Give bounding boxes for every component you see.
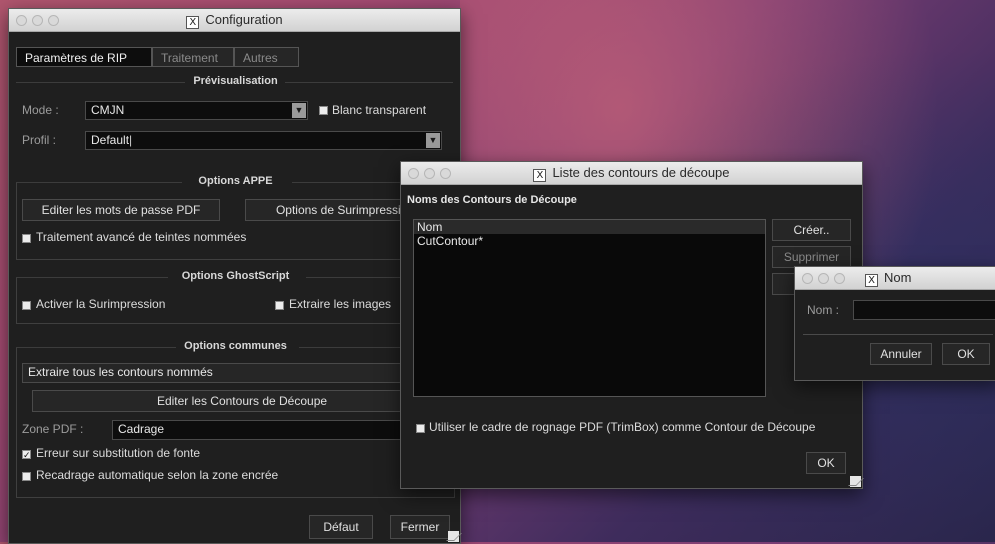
contours-section-title: Noms des Contours de Découpe bbox=[407, 194, 577, 206]
appe-group: Options APPE bbox=[16, 175, 455, 260]
ghostscript-title: Options GhostScript bbox=[175, 270, 296, 282]
advanced-spot-label: Traitement avancé de teintes nommées bbox=[36, 230, 247, 244]
close-button[interactable]: Fermer bbox=[390, 515, 450, 539]
white-transparent-checkbox[interactable] bbox=[319, 106, 328, 115]
auto-recrop-label: Recadrage automatique selon la zone encr… bbox=[36, 468, 279, 482]
delete-contour-button[interactable]: Supprimer bbox=[772, 246, 851, 268]
name-ok-button[interactable]: OK bbox=[942, 343, 990, 365]
list-item[interactable]: CutContour* bbox=[414, 234, 765, 249]
edit-pdf-passwords-button[interactable]: Editer les mots de passe PDF bbox=[22, 199, 220, 221]
extract-images-label: Extraire les images bbox=[289, 297, 392, 311]
activate-overprint-checkbox[interactable] bbox=[22, 301, 31, 310]
profile-label: Profil bbox=[22, 133, 50, 147]
resize-grip-icon[interactable] bbox=[448, 531, 459, 542]
configuration-title: Configuration bbox=[205, 12, 283, 27]
common-options-title: Options communes bbox=[178, 340, 293, 352]
tab-rip-params[interactable]: Paramètres de RIP bbox=[16, 47, 152, 67]
mode-select[interactable]: CMJN ▼ bbox=[85, 101, 308, 120]
profile-value: Default bbox=[91, 133, 130, 147]
preview-title: Prévisualisation bbox=[187, 75, 284, 87]
preview-group: Prévisualisation bbox=[16, 75, 455, 169]
font-substitution-error-label: Erreur sur substitution de fonte bbox=[36, 446, 201, 460]
extract-contours-value: Extraire tous les contours nommés bbox=[28, 365, 213, 379]
trimbox-checkbox[interactable] bbox=[416, 424, 425, 433]
pdf-zone-label: Zone PDF bbox=[22, 422, 77, 436]
activate-overprint-label: Activer la Surimpression bbox=[36, 297, 166, 311]
contours-column-header: Nom bbox=[414, 220, 765, 234]
cancel-button[interactable]: Annuler bbox=[870, 343, 932, 365]
appe-title: Options APPE bbox=[192, 175, 279, 187]
contours-ok-button[interactable]: OK bbox=[806, 452, 846, 474]
create-contour-button[interactable]: Créer.. bbox=[772, 219, 851, 241]
default-button[interactable]: Défaut bbox=[309, 515, 373, 539]
configuration-window: X Configuration Paramètres de RIP Traitem… bbox=[8, 8, 461, 544]
contours-list[interactable]: Nom CutContour* bbox=[413, 219, 766, 397]
x11-icon: X bbox=[186, 16, 200, 29]
dropdown-arrow-icon[interactable]: ▼ bbox=[426, 133, 440, 148]
name-title: Nom bbox=[884, 270, 912, 285]
name-input[interactable] bbox=[853, 300, 995, 320]
window-controls bbox=[802, 272, 850, 287]
extract-contours-select[interactable]: Extraire tous les contours nommés bbox=[22, 363, 452, 383]
name-dialog: X Nom Nom : Annuler OK bbox=[794, 266, 995, 381]
name-titlebar: X Nom bbox=[795, 267, 995, 290]
name-field-label: Nom bbox=[807, 303, 833, 317]
advanced-spot-checkbox[interactable] bbox=[22, 234, 31, 243]
x11-icon: X bbox=[865, 274, 878, 287]
pdf-zone-value: Cadrage bbox=[118, 422, 165, 436]
mode-label: Mode bbox=[22, 103, 53, 117]
profile-select[interactable]: Default| ▼ bbox=[85, 131, 442, 150]
configuration-titlebar: X Configuration bbox=[9, 9, 460, 32]
auto-recrop-checkbox[interactable] bbox=[22, 472, 31, 481]
minimize-window-button[interactable] bbox=[818, 273, 829, 284]
trimbox-label: Utiliser le cadre de rognage PDF (TrimBo… bbox=[429, 420, 816, 434]
white-transparent-label: Blanc transparent bbox=[332, 103, 427, 117]
edit-cut-contours-button[interactable]: Editer les Contours de Découpe bbox=[32, 390, 452, 412]
tab-processing[interactable]: Traitement bbox=[152, 47, 234, 67]
extract-images-checkbox[interactable] bbox=[275, 301, 284, 310]
resize-grip-icon[interactable] bbox=[850, 476, 861, 487]
tab-other[interactable]: Autres bbox=[234, 47, 299, 67]
zoom-window-button[interactable] bbox=[834, 273, 845, 284]
mode-value: CMJN bbox=[91, 103, 125, 117]
x11-icon: X bbox=[533, 169, 547, 182]
dropdown-arrow-icon[interactable]: ▼ bbox=[292, 103, 306, 118]
close-window-button[interactable] bbox=[802, 273, 813, 284]
contours-title: Liste des contours de découpe bbox=[552, 165, 730, 180]
font-substitution-error-checkbox[interactable]: ✓ bbox=[22, 450, 31, 460]
contours-titlebar: X Liste des contours de découpe bbox=[401, 162, 862, 185]
